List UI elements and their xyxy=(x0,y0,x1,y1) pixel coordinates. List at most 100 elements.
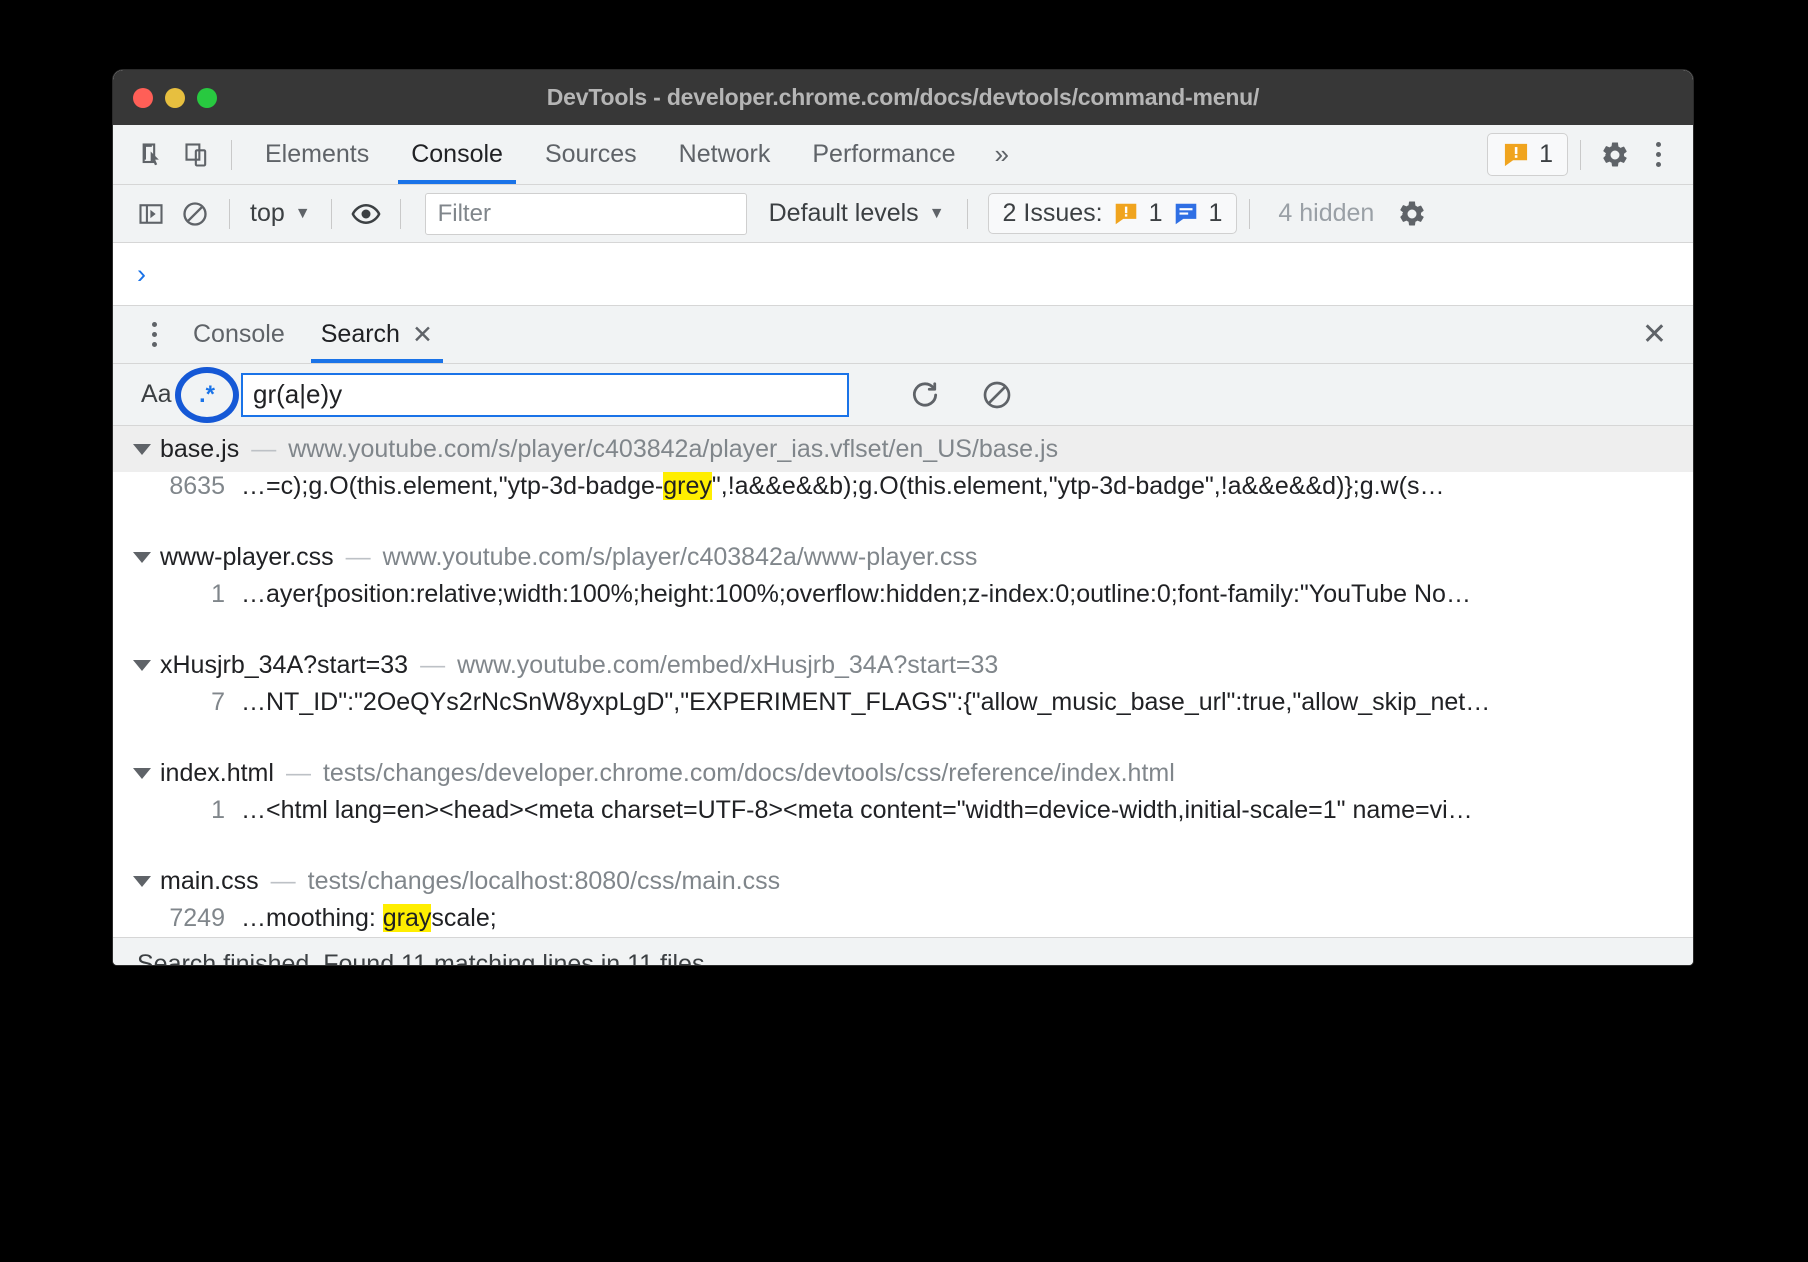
console-filter-input[interactable]: Filter xyxy=(425,193,747,235)
drawer-tabstrip: Console Search ✕ ✕ xyxy=(113,306,1693,364)
result-line-number-3: 7 xyxy=(139,688,225,717)
result-match-row-2[interactable]: 1 …ayer{position:relative;width:100%;hei… xyxy=(113,580,1693,624)
tab-performance[interactable]: Performance xyxy=(791,125,976,184)
chevron-down-icon-group-2[interactable] xyxy=(133,552,151,563)
tab-elements[interactable]: Elements xyxy=(244,125,390,184)
minimize-window-button[interactable] xyxy=(165,88,185,108)
gear-icon-console[interactable] xyxy=(1390,192,1434,236)
search-input[interactable]: gr(a|e)y xyxy=(241,373,849,417)
chevron-down-icon: ▼ xyxy=(295,205,311,223)
search-toolbar: Aa .* gr(a|e)y xyxy=(113,364,1693,426)
issues-summary-label: 2 Issues: xyxy=(1003,199,1103,228)
issue-warning-icon xyxy=(1502,141,1530,169)
result-group-header-5[interactable]: main.css — tests/changes/localhost:8080/… xyxy=(113,858,1693,904)
result-file-url: www.youtube.com/s/player/c403842a/player… xyxy=(288,435,1058,464)
log-levels-select[interactable]: Default levels ▼ xyxy=(759,199,955,228)
filterbar-divider-5 xyxy=(1249,199,1250,229)
gear-icon[interactable] xyxy=(1593,133,1637,177)
result-file-name-2: www-player.css xyxy=(160,543,334,572)
log-levels-label: Default levels xyxy=(769,199,919,228)
result-separator-5: — xyxy=(271,867,296,896)
device-toolbar-icon[interactable] xyxy=(175,133,219,177)
more-options-icon[interactable] xyxy=(133,314,175,356)
clear-console-icon[interactable] xyxy=(173,192,217,236)
result-match-row[interactable]: 8635 …=c);g.O(this.element,"ytp-3d-badge… xyxy=(113,472,1693,516)
devtools-tabstrip: Elements Console Sources Network Perform… xyxy=(113,125,1693,185)
snippet-highlight: grey xyxy=(663,472,712,500)
issue-count: 1 xyxy=(1539,140,1553,169)
filterbar-divider-2 xyxy=(331,199,332,229)
chevron-down-icon-group[interactable] xyxy=(133,444,151,455)
snippet-post-5: scale; xyxy=(431,904,496,932)
match-case-button[interactable]: Aa xyxy=(129,380,181,409)
close-window-button[interactable] xyxy=(133,88,153,108)
prompt-caret-icon: › xyxy=(137,259,146,290)
result-code-snippet-4: …<html lang=en><head><meta charset=UTF-8… xyxy=(241,796,1473,825)
result-code-snippet: …=c);g.O(this.element,"ytp-3d-badge-grey… xyxy=(241,472,1444,501)
result-group-header-3[interactable]: xHusjrb_34A?start=33 — www.youtube.com/e… xyxy=(113,642,1693,688)
zoom-window-button[interactable] xyxy=(197,88,217,108)
tab-console[interactable]: Console xyxy=(390,125,524,184)
search-status-bar: Search finished. Found 11 matching lines… xyxy=(113,937,1693,965)
more-tabs-icon[interactable]: » xyxy=(976,139,1023,170)
clear-search-icon[interactable] xyxy=(975,373,1019,417)
result-line-number-5: 7249 xyxy=(139,904,225,933)
tabstrip-divider-2 xyxy=(1580,140,1581,170)
window-title: DevTools - developer.chrome.com/docs/dev… xyxy=(113,84,1693,111)
result-match-row-5[interactable]: 7249 …moothing: grayscale; xyxy=(113,904,1693,937)
result-match-row-4[interactable]: 1 …<html lang=en><head><meta charset=UTF… xyxy=(113,796,1693,840)
result-code-snippet-2: …ayer{position:relative;width:100%;heigh… xyxy=(241,580,1471,609)
issues-summary-button[interactable]: 2 Issues: 1 1 xyxy=(988,193,1238,234)
result-group-header-2[interactable]: www-player.css — www.youtube.com/s/playe… xyxy=(113,534,1693,580)
drawer-tab-search[interactable]: Search ✕ xyxy=(303,306,451,363)
result-match-row-3[interactable]: 7 …NT_ID":"2OeQYs2rNcSnW8yxpLgD","EXPERI… xyxy=(113,688,1693,732)
refresh-icon[interactable] xyxy=(903,373,947,417)
result-file-url-2: www.youtube.com/s/player/c403842a/www-pl… xyxy=(383,543,978,572)
regex-toggle-label: .* xyxy=(199,381,215,409)
panel-tabs: Elements Console Sources Network Perform… xyxy=(244,125,1024,184)
toolbar-divider xyxy=(231,140,232,170)
result-group-header[interactable]: base.js — www.youtube.com/s/player/c4038… xyxy=(113,426,1693,472)
tab-sources[interactable]: Sources xyxy=(524,125,658,184)
drawer-tab-console[interactable]: Console xyxy=(175,306,303,363)
result-code-snippet-5: …moothing: grayscale; xyxy=(241,904,497,933)
snippet-post: ",!a&&e&&b);g.O(this.element,"ytp-3d-bad… xyxy=(712,472,1445,500)
filterbar-divider-3 xyxy=(400,199,401,229)
filterbar-divider-4 xyxy=(967,199,968,229)
result-file-url-4: tests/changes/developer.chrome.com/docs/… xyxy=(323,759,1175,788)
issues-info-count: 1 xyxy=(1209,199,1223,228)
execution-context-select[interactable]: top ▼ xyxy=(242,199,319,228)
snippet-pre: …=c);g.O(this.element,"ytp-3d-badge- xyxy=(241,472,663,500)
search-actions xyxy=(903,373,1019,417)
issues-badge-button[interactable]: 1 xyxy=(1487,133,1568,176)
group-gap-4 xyxy=(113,840,1693,858)
result-separator-4: — xyxy=(286,759,311,788)
search-results-list[interactable]: base.js — www.youtube.com/s/player/c4038… xyxy=(113,426,1693,937)
group-gap xyxy=(113,516,1693,534)
execution-context-label: top xyxy=(250,199,285,228)
result-code-snippet-3: …NT_ID":"2OeQYs2rNcSnW8yxpLgD","EXPERIME… xyxy=(241,688,1490,717)
chevron-down-icon-group-5[interactable] xyxy=(133,876,151,887)
chevron-down-icon-group-3[interactable] xyxy=(133,660,151,671)
inspect-element-icon[interactable] xyxy=(131,133,175,177)
filterbar-divider-1 xyxy=(229,199,230,229)
result-line-number-4: 1 xyxy=(139,796,225,825)
more-vertical-icon[interactable] xyxy=(1637,134,1679,176)
regex-toggle-button[interactable]: .* xyxy=(185,375,229,415)
result-group-header-4[interactable]: index.html — tests/changes/developer.chr… xyxy=(113,750,1693,796)
drawer-tab-search-label: Search xyxy=(321,320,400,349)
live-expression-icon[interactable] xyxy=(344,192,388,236)
tab-network[interactable]: Network xyxy=(658,125,792,184)
chevron-down-icon-group-4[interactable] xyxy=(133,768,151,779)
snippet-pre-5: …moothing: xyxy=(241,904,383,932)
result-file-name-5: main.css xyxy=(160,867,259,896)
console-filter-toolbar: top ▼ Filter Default levels ▼ 2 Issues: xyxy=(113,185,1693,243)
console-sidebar-icon[interactable] xyxy=(129,192,173,236)
result-file-url-3: www.youtube.com/embed/xHusjrb_34A?start=… xyxy=(457,651,998,680)
close-icon-drawer[interactable]: ✕ xyxy=(1642,320,1667,350)
console-prompt[interactable]: › xyxy=(113,243,1693,306)
result-separator-2: — xyxy=(346,543,371,572)
result-line-number-2: 1 xyxy=(139,580,225,609)
close-icon-search-tab[interactable]: ✕ xyxy=(412,320,433,350)
group-gap-2 xyxy=(113,624,1693,642)
